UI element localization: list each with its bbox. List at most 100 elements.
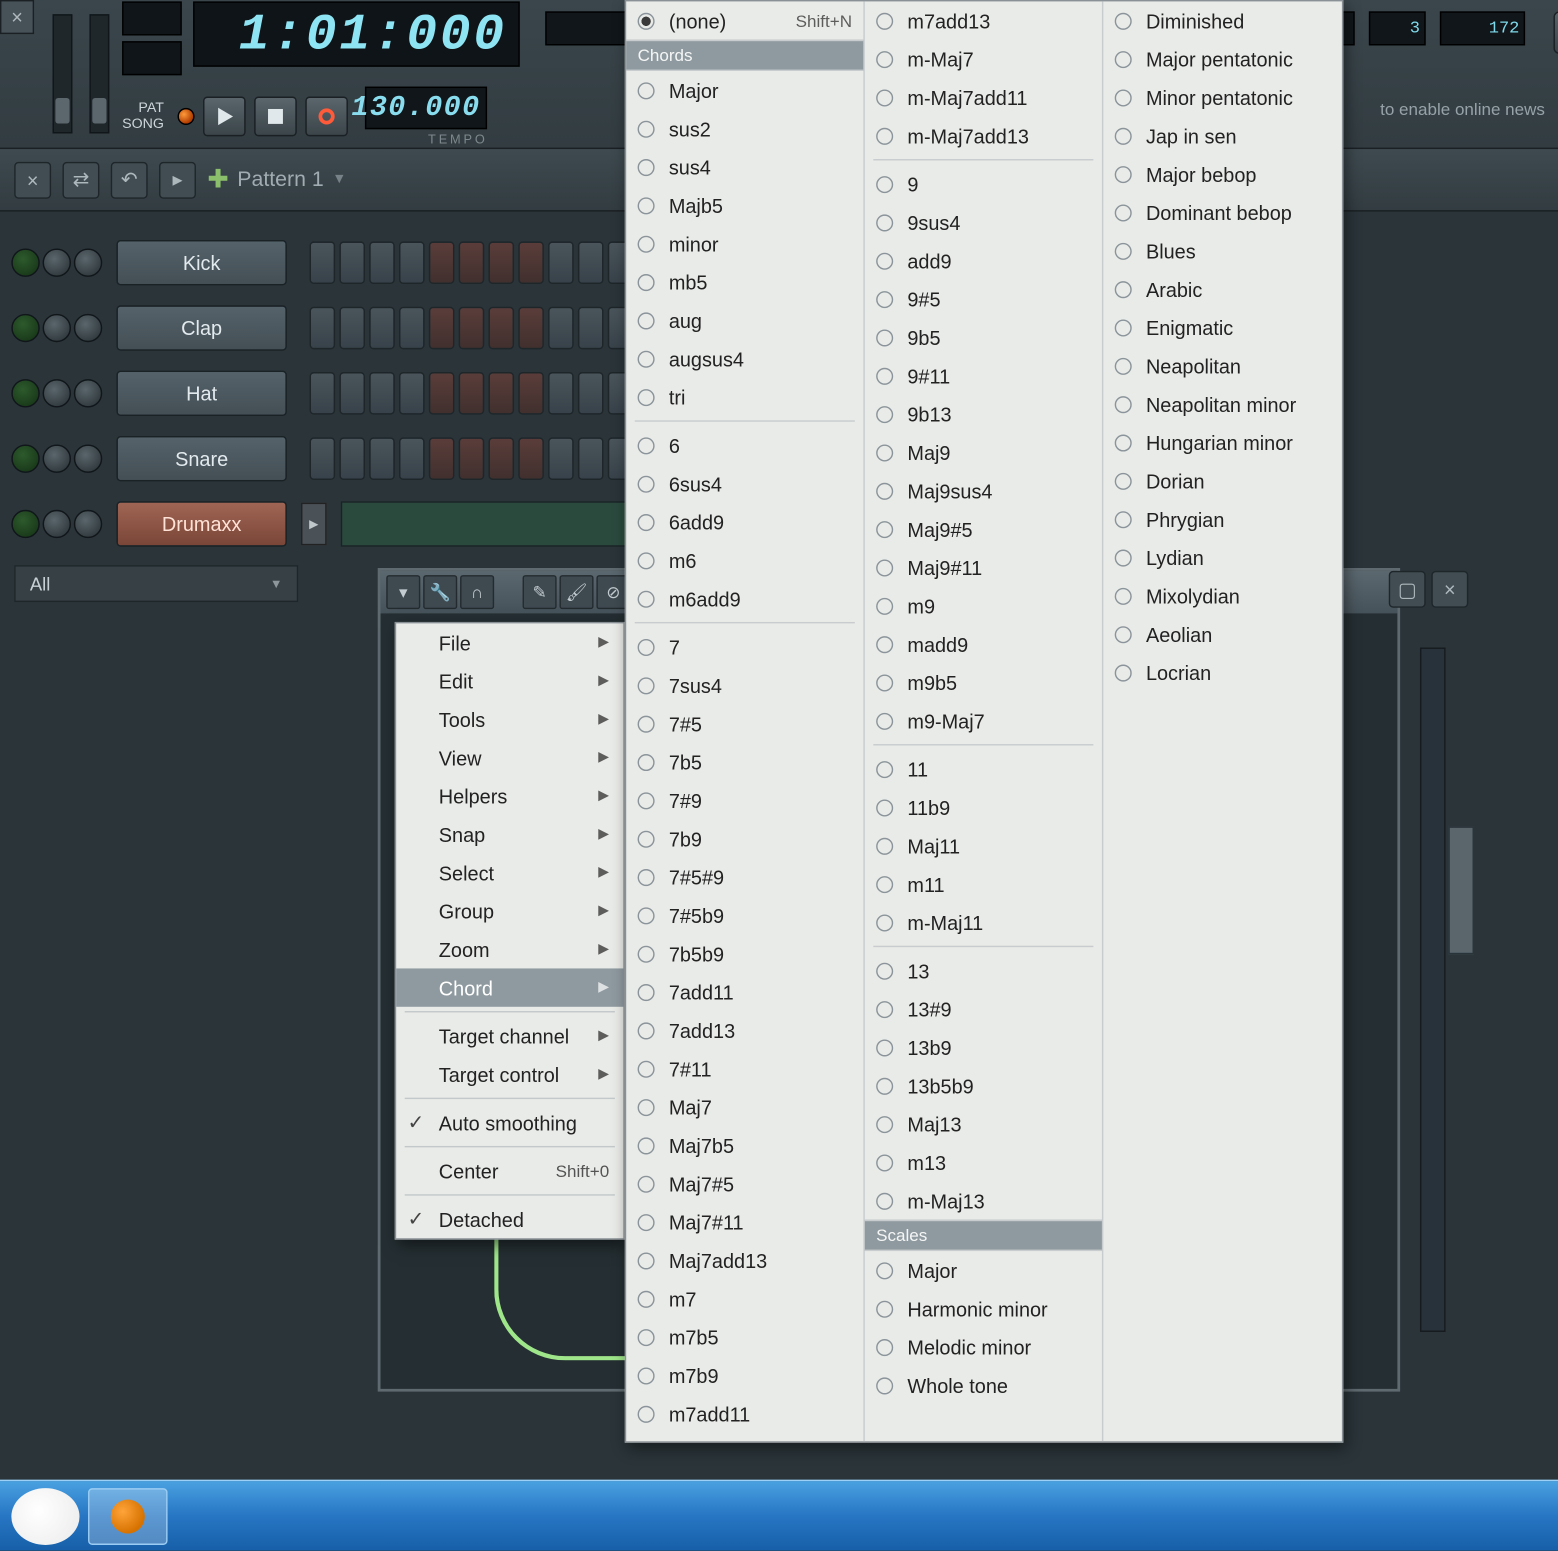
chord-option[interactable]: m7add11 bbox=[626, 1394, 863, 1432]
chord-option[interactable]: Whole tone bbox=[865, 1366, 1102, 1404]
pan-knob[interactable] bbox=[43, 444, 71, 472]
chord-option[interactable]: Harmonic minor bbox=[865, 1289, 1102, 1327]
chord-option[interactable]: 6 bbox=[626, 426, 863, 464]
chord-option[interactable]: m6 bbox=[626, 541, 863, 579]
channel-name-button[interactable]: Drumaxx bbox=[116, 501, 286, 546]
chord-option[interactable]: tri bbox=[626, 378, 863, 416]
chord-option[interactable]: 7b9 bbox=[626, 819, 863, 857]
chord-option[interactable]: Dominant bebop bbox=[1103, 193, 1342, 231]
chord-option[interactable]: 9 bbox=[865, 165, 1102, 203]
play-button[interactable] bbox=[204, 97, 247, 137]
menu-item-center[interactable]: CenterShift+0 bbox=[396, 1152, 623, 1190]
step-button[interactable] bbox=[459, 241, 485, 284]
step-button[interactable] bbox=[548, 241, 574, 284]
vol-knob[interactable] bbox=[74, 444, 102, 472]
vertical-scrollbar[interactable] bbox=[1420, 648, 1446, 1332]
channel-name-button[interactable]: Snare bbox=[116, 436, 286, 481]
channel-name-button[interactable]: Hat bbox=[116, 371, 286, 416]
mute-led[interactable] bbox=[11, 444, 39, 472]
menu-item-view[interactable]: View▶ bbox=[396, 738, 623, 776]
pattern-number-lcd[interactable]: 3 bbox=[1369, 11, 1426, 45]
close-icon[interactable]: × bbox=[0, 0, 34, 34]
step-button[interactable] bbox=[339, 372, 365, 415]
step-button[interactable] bbox=[459, 437, 485, 480]
chord-option[interactable]: 7add13 bbox=[626, 1011, 863, 1049]
step-button[interactable] bbox=[459, 307, 485, 350]
step-button[interactable] bbox=[578, 307, 604, 350]
chord-option[interactable]: Mixolydian bbox=[1103, 577, 1342, 615]
step-button[interactable] bbox=[310, 307, 336, 350]
step-button[interactable] bbox=[339, 437, 365, 480]
step-button[interactable] bbox=[310, 372, 336, 415]
pattern-mode-led[interactable] bbox=[178, 108, 195, 125]
chord-option[interactable]: add9 bbox=[865, 241, 1102, 279]
chord-option[interactable]: sus2 bbox=[626, 109, 863, 147]
magnet-icon[interactable]: ∩ bbox=[460, 575, 494, 609]
step-button[interactable] bbox=[578, 437, 604, 480]
chord-option[interactable]: 7sus4 bbox=[626, 666, 863, 704]
chord-option[interactable]: m7add13 bbox=[865, 1, 1102, 39]
chord-option[interactable]: 7#11 bbox=[626, 1049, 863, 1087]
menu-item-target-control[interactable]: Target control▶ bbox=[396, 1055, 623, 1093]
chord-option[interactable]: Neapolitan bbox=[1103, 346, 1342, 384]
chord-option[interactable]: Maj7 bbox=[626, 1088, 863, 1126]
chord-option[interactable]: Hungarian minor bbox=[1103, 423, 1342, 461]
step-button[interactable] bbox=[339, 241, 365, 284]
chord-option[interactable]: Locrian bbox=[1103, 653, 1342, 691]
vol-knob[interactable] bbox=[74, 314, 102, 342]
step-button[interactable] bbox=[429, 437, 455, 480]
step-button[interactable] bbox=[369, 372, 395, 415]
chord-option[interactable]: m9 bbox=[865, 586, 1102, 624]
vol-knob[interactable] bbox=[74, 249, 102, 277]
paint-icon[interactable]: 🖌 bbox=[559, 575, 593, 609]
step-button[interactable] bbox=[548, 372, 574, 415]
chord-option[interactable]: minor bbox=[626, 224, 863, 262]
channel-name-button[interactable]: Kick bbox=[116, 240, 286, 285]
menu-item-edit[interactable]: Edit▶ bbox=[396, 662, 623, 700]
step-button[interactable] bbox=[369, 437, 395, 480]
chord-option[interactable]: Maj13 bbox=[865, 1105, 1102, 1143]
chord-option[interactable]: m7b5 bbox=[626, 1318, 863, 1356]
chord-option[interactable]: m-Maj13 bbox=[865, 1181, 1102, 1219]
chord-option[interactable]: m-Maj7 bbox=[865, 40, 1102, 78]
step-button[interactable] bbox=[518, 241, 544, 284]
maximize-icon[interactable]: ▢ bbox=[1389, 571, 1426, 608]
chord-option[interactable]: Enigmatic bbox=[1103, 308, 1342, 346]
menu-item-helpers[interactable]: Helpers▶ bbox=[396, 777, 623, 815]
chord-option[interactable]: Maj9sus4 bbox=[865, 471, 1102, 509]
chord-option[interactable]: mb5 bbox=[626, 263, 863, 301]
step-button[interactable] bbox=[429, 307, 455, 350]
chord-option-none[interactable]: (none)Shift+N bbox=[626, 1, 863, 39]
chord-option[interactable]: Maj7#5 bbox=[626, 1164, 863, 1202]
view-playlist-button[interactable]: ≡ bbox=[1553, 11, 1558, 54]
pattern-len-lcd[interactable]: 172 bbox=[1440, 11, 1525, 45]
taskbar-app-flstudio[interactable] bbox=[88, 1487, 168, 1544]
chord-option[interactable]: 7 bbox=[626, 628, 863, 666]
pattern-selector[interactable]: ✚ Pattern 1 ▼ bbox=[207, 165, 346, 195]
step-button[interactable] bbox=[429, 241, 455, 284]
chord-option[interactable]: Maj9 bbox=[865, 433, 1102, 471]
chord-option[interactable]: 13 bbox=[865, 951, 1102, 989]
chord-option[interactable]: m13 bbox=[865, 1143, 1102, 1181]
step-button[interactable] bbox=[518, 437, 544, 480]
vol-knob[interactable] bbox=[74, 510, 102, 538]
link-icon[interactable]: ⇄ bbox=[62, 161, 99, 198]
chord-option[interactable]: Maj11 bbox=[865, 826, 1102, 864]
step-button[interactable] bbox=[310, 437, 336, 480]
step-button[interactable] bbox=[399, 307, 425, 350]
chord-option[interactable]: 9b5 bbox=[865, 318, 1102, 356]
menu-item-file[interactable]: File▶ bbox=[396, 623, 623, 661]
chord-option[interactable]: Neapolitan minor bbox=[1103, 385, 1342, 423]
chord-option[interactable]: Major bebop bbox=[1103, 155, 1342, 193]
menu-item-detached[interactable]: Detached bbox=[396, 1200, 623, 1238]
chord-option[interactable]: Maj7#11 bbox=[626, 1203, 863, 1241]
draw-icon[interactable]: ✎ bbox=[523, 575, 557, 609]
close-icon[interactable]: × bbox=[1431, 571, 1468, 608]
chord-option[interactable]: Melodic minor bbox=[865, 1328, 1102, 1366]
chord-option[interactable]: 7b5b9 bbox=[626, 934, 863, 972]
step-button[interactable] bbox=[488, 307, 514, 350]
chord-option[interactable]: 7add11 bbox=[626, 973, 863, 1011]
master-pitch-slider[interactable] bbox=[89, 14, 109, 133]
chord-option[interactable]: Diminished bbox=[1103, 1, 1342, 39]
step-button[interactable] bbox=[488, 372, 514, 415]
